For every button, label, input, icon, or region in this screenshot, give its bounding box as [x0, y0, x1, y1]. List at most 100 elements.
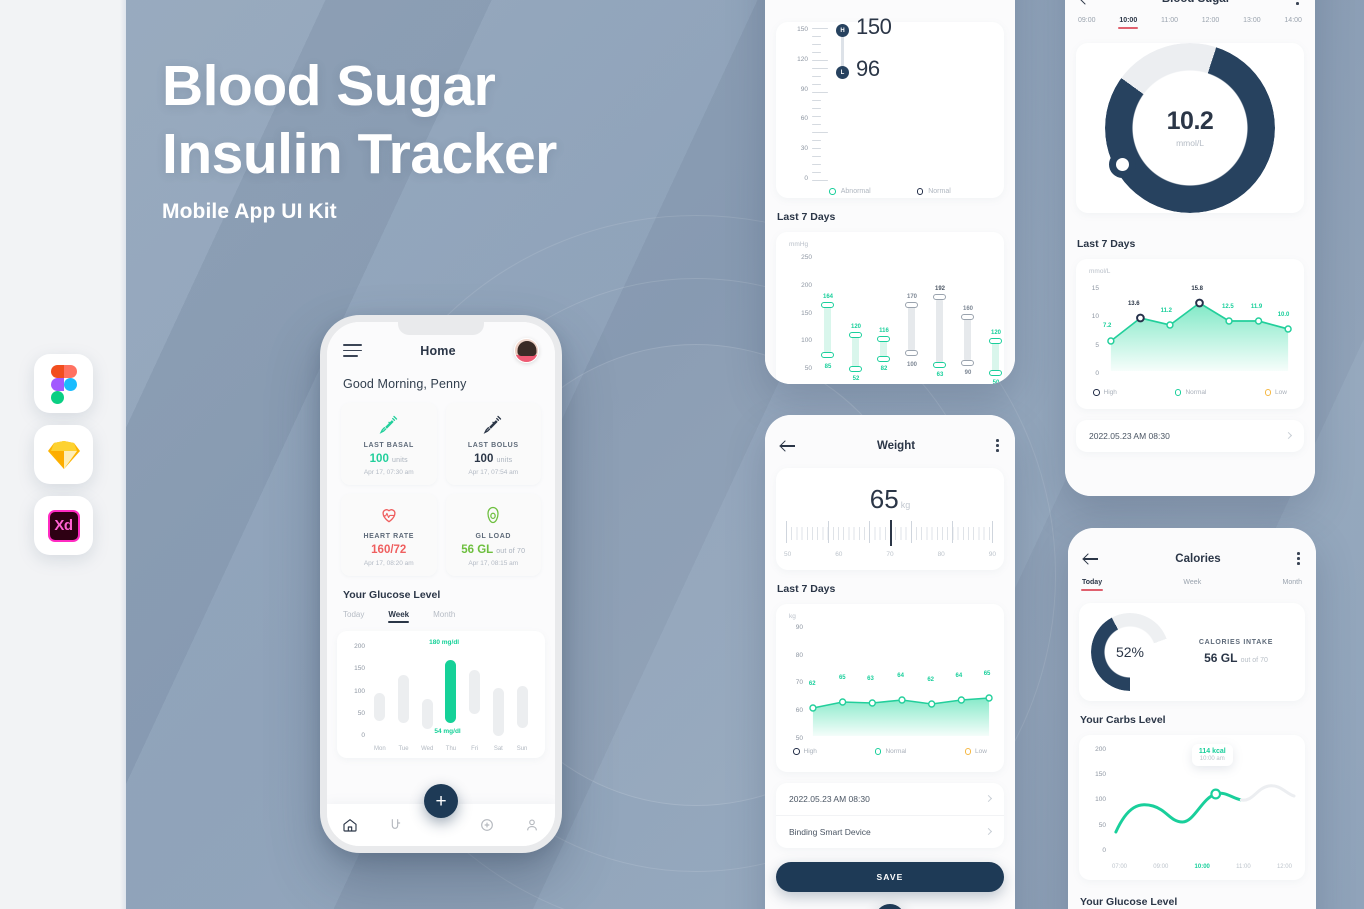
- metric-card-heart-rate[interactable]: HEART RATE 160/72 Apr 17, 08:20 am: [341, 494, 437, 576]
- metric-card-last-basal[interactable]: LAST BASAL 100 units Apr 17, 07:30 am: [341, 403, 437, 485]
- x-tick: Thu: [445, 746, 457, 752]
- time-tab-1200[interactable]: 12:00: [1202, 17, 1220, 29]
- bp-reading-card: 150 120 90 60 30 0 H 150 L 96 Abnormal N…: [776, 14, 1004, 198]
- weight-unit: kg: [900, 499, 911, 510]
- back-arrow-icon[interactable]: [1084, 553, 1099, 565]
- bp-column[interactable]: 160 90: [961, 272, 974, 376]
- blood-sugar-gauge-card: 10.2 mmol/L: [1076, 42, 1304, 213]
- bar-tue[interactable]: [398, 675, 410, 723]
- x-tick: 09:00: [1153, 863, 1169, 870]
- tab-month[interactable]: Month: [1283, 579, 1302, 591]
- metric-timestamp: Apr 17, 08:20 am: [363, 560, 414, 567]
- home-icon[interactable]: [342, 817, 358, 833]
- time-tab-0900[interactable]: 09:00: [1078, 17, 1096, 29]
- x-tick: 07:00: [1112, 863, 1128, 870]
- calories-range-tabs: Today Week Month: [1068, 567, 1316, 591]
- bar-thu[interactable]: [445, 660, 457, 723]
- bar-sun[interactable]: [516, 686, 528, 728]
- hero-text-block: Blood Sugar Insulin Tracker Mobile App U…: [162, 52, 557, 224]
- insulin-icon[interactable]: [387, 817, 403, 833]
- metric-unit: units: [496, 457, 513, 464]
- glucose-section-title: Your Glucose Level: [343, 589, 441, 601]
- bar-fri[interactable]: [469, 670, 481, 714]
- tab-today[interactable]: Today: [1080, 579, 1104, 591]
- avatar[interactable]: [514, 338, 539, 363]
- y-tick: 150: [797, 26, 808, 33]
- legend-normal: Normal: [1174, 389, 1206, 396]
- reports-icon[interactable]: [479, 817, 495, 833]
- more-options-icon[interactable]: [996, 439, 999, 454]
- metric-card-last-bolus[interactable]: LAST BOLUS 100 units Apr 17, 07:54 am: [445, 403, 541, 485]
- bp-column[interactable]: 192 63: [933, 272, 946, 378]
- row-datetime[interactable]: 2022.05.23 AM 08:30: [776, 783, 1004, 815]
- carbs-x-axis: 07:00 09:00 10:00 11:00 12:00: [1088, 862, 1296, 870]
- y-tick: 0: [804, 174, 808, 182]
- back-arrow-icon[interactable]: [781, 440, 796, 452]
- row-binding-device[interactable]: Binding Smart Device: [776, 814, 1004, 848]
- metric-number: 160/72: [371, 544, 407, 556]
- x-tick: 90: [988, 550, 996, 558]
- bp-columns: 164 85 120 52 116 82 170 100 192 63 160 …: [817, 254, 1002, 384]
- weight-screen: Weight 65 kg 50 60 70 80 90 Last 7 Days …: [765, 415, 1015, 909]
- tab-month[interactable]: Month: [433, 610, 455, 623]
- x-axis-labels: Mon Tue Wed Thu Fri Sat Sun: [345, 741, 537, 752]
- sugar-detail-rows: 2022.05.23 AM 08:30: [1076, 419, 1304, 452]
- bp-column[interactable]: 120 52: [849, 272, 862, 382]
- add-entry-fab[interactable]: +: [875, 903, 905, 909]
- metric-card-gl-load[interactable]: GL LOAD 56 GL out of 70 Apr 17, 08:15 am: [445, 494, 541, 576]
- figma-chip[interactable]: [34, 354, 93, 413]
- x-tick-active: 10:00: [1194, 863, 1210, 870]
- time-tab-1400[interactable]: 14:00: [1284, 17, 1302, 29]
- sketch-chip[interactable]: [34, 425, 93, 484]
- calories-intake-row: 52% CALORIES INTAKE 56 GL out of 70: [1079, 603, 1305, 701]
- weight-value: 65: [869, 483, 899, 514]
- bar-mon[interactable]: [374, 693, 386, 721]
- calories-intake-card: 52% CALORIES INTAKE 56 GL out of 70: [1079, 602, 1305, 701]
- y-tick: 150: [801, 309, 812, 317]
- weight-value-display: 65 kg: [776, 468, 1004, 519]
- carbs-level-chart: 200 150 100 50 0 114 kcal 10:00 am 07:00…: [1079, 734, 1305, 880]
- adobe-xd-chip[interactable]: Xd: [34, 496, 93, 555]
- tab-today[interactable]: Today: [343, 610, 364, 623]
- glucose-week-chart: 200 150 100 50 0 180 mg/dl 54 mg/dl Mon …: [337, 631, 545, 758]
- greeting-text: Good Morning, Penny: [343, 377, 467, 391]
- intake-value: 56 GL out of 70: [1179, 651, 1293, 665]
- sugar-area-plot: 7.2 13.6 11.2 15.8 12.5 11.9 10.0: [1103, 277, 1295, 383]
- bar-sat[interactable]: [492, 688, 504, 736]
- save-button[interactable]: SAVE: [776, 861, 1004, 892]
- glucose-range-tabs: Today Week Month: [327, 601, 555, 623]
- time-tab-1100[interactable]: 11:00: [1161, 17, 1178, 29]
- time-tab-1300[interactable]: 13:00: [1243, 17, 1261, 29]
- time-tab-1000[interactable]: 10:00: [1118, 17, 1139, 29]
- figma-icon: [50, 364, 77, 404]
- tab-week[interactable]: Week: [1183, 579, 1201, 591]
- weight-chart-legend: High Normal Low: [785, 742, 995, 755]
- diastolic-value: 96: [856, 56, 880, 81]
- blood-sugar-title: Blood Sugar: [1162, 0, 1230, 5]
- time-tab-bar: 09:00 10:00 11:00 12:00 13:00 14:00: [1065, 7, 1315, 29]
- tab-week[interactable]: Week: [388, 610, 409, 623]
- legend-dot-icon: [1174, 389, 1182, 396]
- more-options-icon[interactable]: [1296, 0, 1299, 7]
- gauge-readout: 10.2 mmol/L: [1105, 43, 1275, 213]
- weight-ruler-slider[interactable]: [786, 519, 994, 547]
- y-tick: 150: [1095, 771, 1106, 779]
- weight-last7-title: Last 7 Days: [777, 582, 836, 595]
- avocado-icon: [452, 504, 536, 526]
- bar-wed[interactable]: [421, 699, 433, 729]
- add-entry-fab[interactable]: +: [424, 784, 458, 818]
- bp-column[interactable]: 116 82: [877, 272, 890, 372]
- bp-tick-marks: [812, 26, 828, 182]
- bp-column[interactable]: 170 100: [905, 272, 918, 372]
- menu-icon[interactable]: [343, 344, 362, 357]
- y-tick: 15: [1091, 284, 1099, 292]
- back-arrow-icon[interactable]: [1081, 0, 1096, 5]
- row-datetime[interactable]: 2022.05.23 AM 08:30: [1076, 420, 1304, 452]
- bp-column[interactable]: 120 50: [989, 272, 1002, 384]
- gauge-unit: mmol/L: [1176, 138, 1204, 149]
- bp-column[interactable]: 164 85: [821, 272, 834, 372]
- profile-icon[interactable]: [524, 817, 540, 833]
- calories-intake-info: CALORIES INTAKE 56 GL out of 70: [1179, 639, 1293, 665]
- legend-dot-icon: [964, 748, 972, 755]
- more-options-icon[interactable]: [1296, 552, 1300, 567]
